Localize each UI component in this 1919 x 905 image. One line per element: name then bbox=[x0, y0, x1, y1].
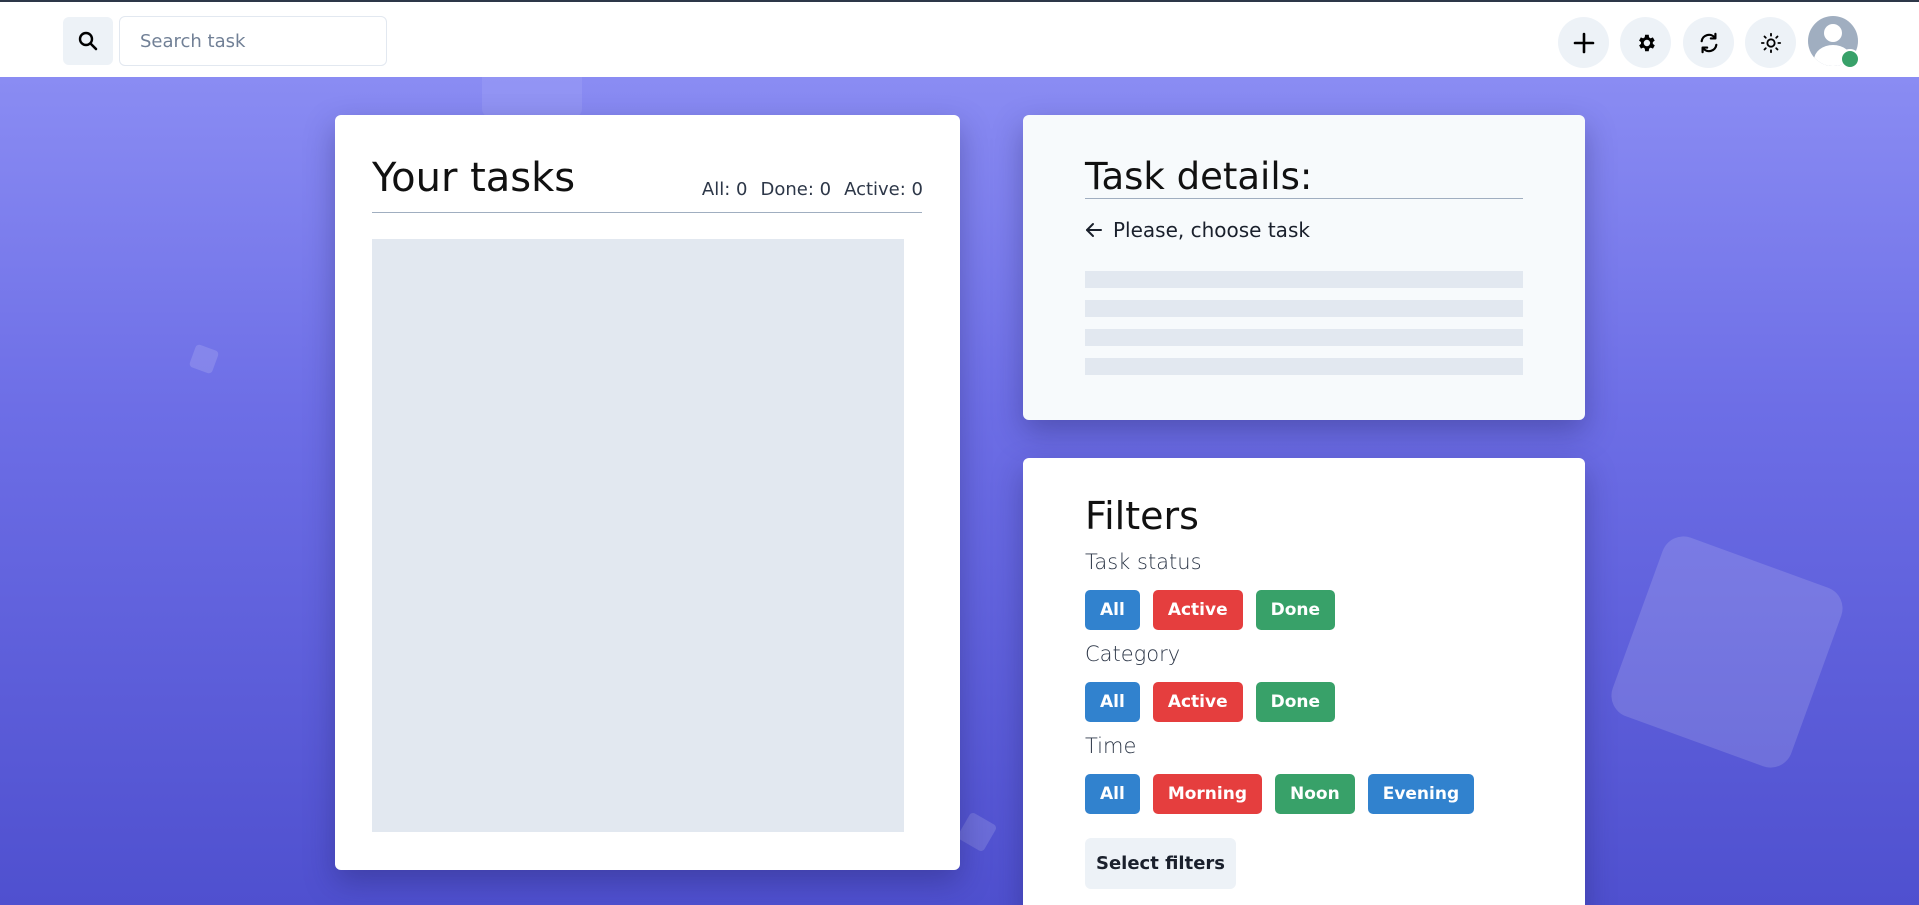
skeleton-line bbox=[1085, 358, 1523, 375]
gear-icon bbox=[1638, 34, 1655, 51]
category-active-button[interactable]: Active bbox=[1152, 682, 1243, 722]
category-done-button[interactable]: Done bbox=[1255, 682, 1336, 722]
time-all-button[interactable]: All bbox=[1085, 774, 1140, 814]
online-status-indicator bbox=[1840, 49, 1860, 69]
category-label: Category bbox=[1085, 642, 1181, 666]
decorative-shape bbox=[956, 811, 998, 853]
search-icon bbox=[78, 31, 98, 51]
status-all-button[interactable]: All bbox=[1085, 590, 1140, 630]
hint-text: Please, choose task bbox=[1113, 218, 1310, 242]
count-done: Done: 0 bbox=[760, 179, 832, 200]
arrow-left-icon bbox=[1086, 223, 1102, 237]
time-label: Time bbox=[1085, 734, 1137, 758]
settings-button[interactable] bbox=[1620, 17, 1671, 68]
skeleton-line bbox=[1085, 271, 1523, 288]
tasks-title: Your tasks bbox=[372, 155, 576, 201]
add-task-button[interactable] bbox=[1558, 17, 1609, 68]
details-title: Task details: bbox=[1085, 155, 1313, 198]
divider bbox=[372, 212, 922, 213]
decorative-shape bbox=[482, 77, 582, 117]
skeleton-line bbox=[1085, 329, 1523, 346]
time-buttons: All Morning Noon Evening bbox=[1085, 774, 1475, 814]
filters-title: Filters bbox=[1085, 494, 1199, 538]
status-active-button[interactable]: Active bbox=[1152, 590, 1243, 630]
refresh-icon bbox=[1700, 32, 1717, 53]
plus-icon bbox=[1573, 32, 1594, 53]
skeleton-line bbox=[1085, 300, 1523, 317]
time-evening-button[interactable]: Evening bbox=[1367, 774, 1475, 814]
count-all: All: 0 bbox=[701, 179, 748, 200]
refresh-button[interactable] bbox=[1683, 17, 1734, 68]
category-buttons: All Active Done bbox=[1085, 682, 1336, 722]
time-noon-button[interactable]: Noon bbox=[1275, 774, 1355, 814]
task-counts: All: 0 Done: 0 Active: 0 bbox=[702, 179, 923, 200]
task-details-panel: Task details: Please, choose task bbox=[1023, 115, 1585, 420]
decorative-shape bbox=[188, 343, 220, 375]
task-status-label: Task status bbox=[1085, 550, 1202, 574]
select-filters-button[interactable]: Select filters bbox=[1085, 838, 1236, 889]
decorative-shape bbox=[1605, 530, 1849, 774]
task-status-buttons: All Active Done bbox=[1085, 590, 1336, 630]
tasks-panel: Your tasks All: 0 Done: 0 Active: 0 bbox=[335, 115, 960, 870]
search-input[interactable] bbox=[119, 16, 387, 66]
task-list-skeleton bbox=[372, 239, 904, 832]
user-avatar-icon bbox=[1824, 24, 1842, 42]
status-done-button[interactable]: Done bbox=[1255, 590, 1336, 630]
filters-panel: Filters Task status All Active Done Cate… bbox=[1023, 458, 1585, 905]
count-active: Active: 0 bbox=[844, 179, 923, 200]
category-all-button[interactable]: All bbox=[1085, 682, 1140, 722]
theme-toggle-button[interactable] bbox=[1745, 17, 1796, 68]
top-navbar bbox=[0, 0, 1919, 77]
choose-task-hint: Please, choose task bbox=[1085, 218, 1310, 242]
time-morning-button[interactable]: Morning bbox=[1152, 774, 1262, 814]
sun-icon bbox=[1760, 32, 1781, 53]
divider bbox=[1085, 198, 1523, 199]
search-button[interactable] bbox=[63, 17, 113, 65]
